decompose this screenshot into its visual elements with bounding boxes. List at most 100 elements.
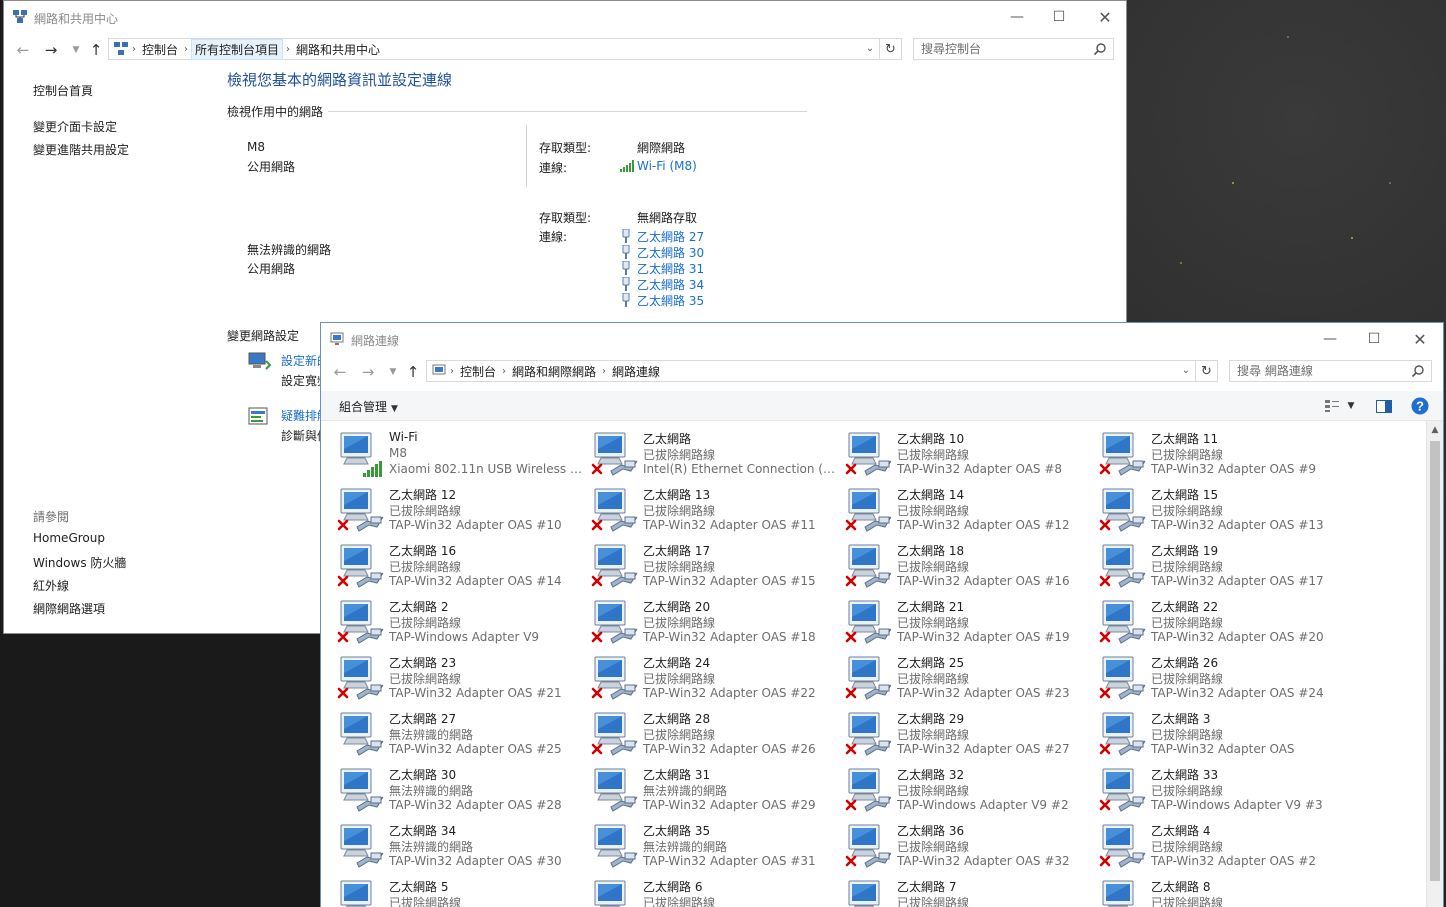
connection-link-ethernet[interactable]: 乙太網路 30 xyxy=(637,244,704,261)
connection-tile[interactable]: 乙太網路 25 已拔除網路線 TAP-Win32 Adapter OAS #23 xyxy=(845,653,1095,705)
see-also-infrared[interactable]: 紅外線 xyxy=(33,577,69,594)
connection-tile[interactable]: 乙太網路 17 已拔除網路線 TAP-Win32 Adapter OAS #15 xyxy=(591,541,841,593)
vertical-scrollbar[interactable]: ▲ xyxy=(1426,421,1443,907)
sidebar-control-panel-home[interactable]: 控制台首頁 xyxy=(33,82,93,99)
connection-tile[interactable]: 乙太網路 11 已拔除網路線 TAP-Win32 Adapter OAS #9 xyxy=(1099,429,1349,481)
view-options-button[interactable]: ▼ xyxy=(1319,397,1359,415)
preview-pane-button[interactable] xyxy=(1374,397,1394,415)
connection-tile[interactable]: 乙太網路 31 無法辨識的網路 TAP-Win32 Adapter OAS #29 xyxy=(591,765,841,817)
recent-dropdown-icon[interactable]: ▼ xyxy=(66,41,86,59)
refresh-icon[interactable]: ↻ xyxy=(880,38,902,60)
search-input[interactable] xyxy=(914,39,1113,59)
connection-tile[interactable]: 乙太網路 28 已拔除網路線 TAP-Win32 Adapter OAS #26 xyxy=(591,709,841,761)
maximize-button[interactable]: ☐ xyxy=(1351,323,1397,355)
connection-tile[interactable]: 乙太網路 20 已拔除網路線 TAP-Win32 Adapter OAS #18 xyxy=(591,597,841,649)
breadcrumb-network-center[interactable]: 網路和共用中心 xyxy=(293,41,383,58)
connection-tile[interactable]: 乙太網路 4 已拔除網路線 TAP-Win32 Adapter OAS #2 xyxy=(1099,821,1349,873)
connection-link-ethernet[interactable]: 乙太網路 31 xyxy=(637,260,704,277)
connection-name: 乙太網路 26 xyxy=(1151,656,1219,670)
close-button[interactable]: ✕ xyxy=(1397,323,1443,355)
ethernet-adapter-icon xyxy=(594,880,626,907)
connection-tile[interactable]: 乙太網路 27 無法辨識的網路 TAP-Win32 Adapter OAS #25 xyxy=(337,709,587,761)
connection-tile[interactable]: 乙太網路 3 已拔除網路線 TAP-Win32 Adapter OAS xyxy=(1099,709,1349,761)
connection-device: TAP-Win32 Adapter OAS #22 xyxy=(643,686,816,700)
back-arrow-icon[interactable]: ← xyxy=(330,363,350,381)
connection-tile[interactable]: 乙太網路 21 已拔除網路線 TAP-Win32 Adapter OAS #19 xyxy=(845,597,1095,649)
address-bar[interactable]: › 控制台 › 網路和網際網路 › 網路連線 xyxy=(426,360,1196,382)
address-bar[interactable]: › 控制台 › 所有控制台項目 › 網路和共用中心 xyxy=(108,38,880,60)
breadcrumb-all-items[interactable]: 所有控制台項目 xyxy=(191,38,284,60)
maximize-button[interactable]: ☐ xyxy=(1036,1,1082,33)
connection-tile[interactable]: 乙太網路 18 已拔除網路線 TAP-Win32 Adapter OAS #16 xyxy=(845,541,1095,593)
up-arrow-icon[interactable]: ↑ xyxy=(403,363,423,381)
breadcrumb-control-panel[interactable]: 控制台 xyxy=(457,363,499,380)
connection-tile[interactable]: 乙太網路 35 無法辨識的網路 TAP-Win32 Adapter OAS #31 xyxy=(591,821,841,873)
connection-tile[interactable]: 乙太網路 22 已拔除網路線 TAP-Win32 Adapter OAS #20 xyxy=(1099,597,1349,649)
connection-tile[interactable]: 乙太網路 29 已拔除網路線 TAP-Win32 Adapter OAS #27 xyxy=(845,709,1095,761)
sidebar-change-adapter[interactable]: 變更介面卡設定 xyxy=(33,118,117,135)
breadcrumb-control-panel[interactable]: 控制台 xyxy=(139,41,181,58)
troubleshoot-icon xyxy=(248,407,268,425)
breadcrumb-network-internet[interactable]: 網路和網際網路 xyxy=(509,363,599,380)
sidebar-advanced-sharing[interactable]: 變更進階共用設定 xyxy=(33,141,129,158)
organize-menu-button[interactable]: 組合管理 ▼ xyxy=(339,398,398,415)
forward-arrow-icon[interactable]: → xyxy=(358,363,378,381)
refresh-icon[interactable]: ↻ xyxy=(1196,360,1218,382)
see-also-firewall[interactable]: Windows 防火牆 xyxy=(33,554,126,571)
connection-tile[interactable]: 乙太網路 33 已拔除網路線 TAP-Windows Adapter V9 #3 xyxy=(1099,765,1349,817)
connection-tile[interactable]: 乙太網路 已拔除網路線 Intel(R) Ethernet Connection (… xyxy=(591,429,841,481)
ethernet-adapter-icon xyxy=(340,768,384,812)
network-category[interactable]: 公用網路 xyxy=(247,158,295,175)
scrollbar-thumb[interactable] xyxy=(1430,441,1440,881)
search-box[interactable] xyxy=(913,38,1114,60)
breadcrumb-network-connections[interactable]: 網路連線 xyxy=(609,363,663,380)
connection-tile[interactable]: Wi-Fi M8 Xiaomi 802.11n USB Wireless A... xyxy=(337,429,587,481)
address-dropdown-icon[interactable]: ⌄ xyxy=(862,39,878,57)
connection-tile[interactable]: 乙太網路 19 已拔除網路線 TAP-Win32 Adapter OAS #17 xyxy=(1099,541,1349,593)
see-also-internet-options[interactable]: 網際網路選項 xyxy=(33,600,105,617)
connection-tile[interactable]: 乙太網路 6 已拔除網路線 xyxy=(591,877,841,907)
connection-tile[interactable]: 乙太網路 10 已拔除網路線 TAP-Win32 Adapter OAS #8 xyxy=(845,429,1095,481)
connection-tile[interactable]: 乙太網路 13 已拔除網路線 TAP-Win32 Adapter OAS #11 xyxy=(591,485,841,537)
connection-tile[interactable]: 乙太網路 2 已拔除網路線 TAP-Windows Adapter V9 xyxy=(337,597,587,649)
help-button[interactable]: ? xyxy=(1410,397,1430,415)
connection-name: 乙太網路 5 xyxy=(389,880,449,894)
connection-tile[interactable]: 乙太網路 24 已拔除網路線 TAP-Win32 Adapter OAS #22 xyxy=(591,653,841,705)
search-icon[interactable] xyxy=(1093,42,1107,56)
connection-tile[interactable]: 乙太網路 8 已拔除網路線 xyxy=(1099,877,1349,907)
minimize-button[interactable]: — xyxy=(1307,323,1353,355)
connection-tile[interactable]: 乙太網路 32 已拔除網路線 TAP-Windows Adapter V9 #2 xyxy=(845,765,1095,817)
close-button[interactable]: ✕ xyxy=(1082,1,1126,33)
connection-tile[interactable]: 乙太網路 26 已拔除網路線 TAP-Win32 Adapter OAS #24 xyxy=(1099,653,1349,705)
search-box[interactable] xyxy=(1229,360,1432,382)
forward-arrow-icon[interactable]: → xyxy=(41,41,61,59)
ethernet-plug-icon xyxy=(622,277,630,291)
search-icon[interactable] xyxy=(1411,364,1425,378)
connection-tile[interactable]: 乙太網路 16 已拔除網路線 TAP-Win32 Adapter OAS #14 xyxy=(337,541,587,593)
connection-tile[interactable]: 乙太網路 15 已拔除網路線 TAP-Win32 Adapter OAS #13 xyxy=(1099,485,1349,537)
connection-link-wifi[interactable]: Wi-Fi (M8) xyxy=(637,159,697,173)
see-also-homegroup[interactable]: HomeGroup xyxy=(33,531,105,545)
connection-tile[interactable]: 乙太網路 36 已拔除網路線 TAP-Win32 Adapter OAS #32 xyxy=(845,821,1095,873)
recent-dropdown-icon[interactable]: ▼ xyxy=(383,363,403,381)
connection-tile[interactable]: 乙太網路 23 已拔除網路線 TAP-Win32 Adapter OAS #21 xyxy=(337,653,587,705)
back-arrow-icon[interactable]: ← xyxy=(13,41,33,59)
address-dropdown-icon[interactable]: ⌄ xyxy=(1178,361,1194,379)
scroll-up-icon[interactable]: ▲ xyxy=(1427,421,1443,438)
ethernet-adapter-icon xyxy=(340,712,384,756)
connection-tile[interactable]: 乙太網路 34 無法辨識的網路 TAP-Win32 Adapter OAS #30 xyxy=(337,821,587,873)
connection-tile[interactable]: 乙太網路 7 已拔除網路線 xyxy=(845,877,1095,907)
connection-tile[interactable]: 乙太網路 12 已拔除網路線 TAP-Win32 Adapter OAS #10 xyxy=(337,485,587,537)
connection-tile[interactable]: 乙太網路 5 已拔除網路線 xyxy=(337,877,587,907)
connection-link-ethernet[interactable]: 乙太網路 27 xyxy=(637,228,704,245)
connection-name: 乙太網路 xyxy=(643,432,692,446)
connection-link-ethernet[interactable]: 乙太網路 34 xyxy=(637,276,704,293)
connection-tile[interactable]: 乙太網路 30 無法辨識的網路 TAP-Win32 Adapter OAS #28 xyxy=(337,765,587,817)
connection-tile[interactable]: 乙太網路 14 已拔除網路線 TAP-Win32 Adapter OAS #12 xyxy=(845,485,1095,537)
up-arrow-icon[interactable]: ↑ xyxy=(86,41,106,59)
network-category[interactable]: 公用網路 xyxy=(247,260,295,277)
connection-name: 乙太網路 32 xyxy=(897,768,965,782)
search-input[interactable] xyxy=(1230,361,1431,381)
minimize-button[interactable]: — xyxy=(994,1,1040,33)
connection-link-ethernet[interactable]: 乙太網路 35 xyxy=(637,292,704,309)
